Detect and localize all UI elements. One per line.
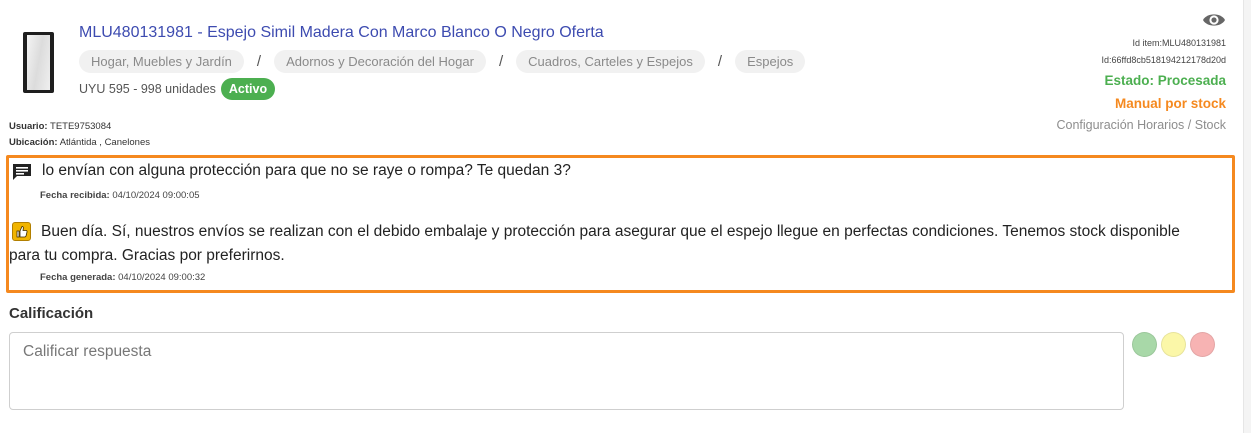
- received-value: 04/10/2024 09:00:05: [112, 190, 200, 201]
- ubicacion-value: Atlántida , Canelones: [59, 137, 150, 148]
- eye-icon[interactable]: [1202, 10, 1226, 30]
- estado-status: Estado: Procesada: [1104, 73, 1226, 88]
- breadcrumb-separator: /: [717, 53, 723, 70]
- rating-red-button[interactable]: [1190, 332, 1215, 357]
- conversation-box: lo envían con alguna protección para que…: [6, 155, 1235, 293]
- breadcrumb-item-espejos[interactable]: Espejos: [735, 50, 806, 73]
- breadcrumb: Hogar, Muebles y Jardín / Adornos y Deco…: [79, 50, 806, 73]
- generated-date: Fecha generada: 04/10/2024 09:00:32: [40, 272, 205, 283]
- status-badge: Activo: [220, 78, 276, 100]
- manual-por-stock[interactable]: Manual por stock: [1056, 92, 1226, 115]
- answer-text: Buen día. Sí, nuestros envíos se realiza…: [9, 223, 1180, 264]
- price-stock: UYU 595 - 998 unidades: [79, 82, 216, 96]
- rating-green-button[interactable]: [1132, 332, 1157, 357]
- item-title-link[interactable]: MLU480131981 - Espejo Simil Madera Con M…: [79, 24, 604, 42]
- generated-value: 04/10/2024 09:00:32: [118, 272, 206, 283]
- generated-label: Fecha generada:: [40, 272, 116, 283]
- scrollbar[interactable]: [1243, 0, 1251, 433]
- user-info: Usuario: TETE9753084: [9, 121, 111, 132]
- breadcrumb-item-cuadros[interactable]: Cuadros, Carteles y Espejos: [516, 50, 705, 73]
- usuario-value: TETE9753084: [50, 121, 112, 132]
- breadcrumb-item-hogar[interactable]: Hogar, Muebles y Jardín: [79, 50, 244, 73]
- rating-label: Calificación: [9, 305, 94, 322]
- received-label: Fecha recibida:: [40, 190, 110, 201]
- item-id: Id item:MLU480131981: [1132, 38, 1226, 48]
- question-text: lo envían con alguna protección para que…: [42, 162, 571, 179]
- breadcrumb-item-adornos[interactable]: Adornos y Decoración del Hogar: [274, 50, 486, 73]
- config-horarios-link[interactable]: Configuración Horarios / Stock: [1056, 115, 1226, 135]
- rating-textarea[interactable]: [9, 332, 1124, 410]
- location-info: Ubicación: Atlántida , Canelones: [9, 137, 150, 148]
- question-card: MLU480131981 - Espejo Simil Madera Con M…: [0, 0, 1251, 433]
- product-thumbnail[interactable]: [23, 32, 54, 93]
- usuario-label: Usuario:: [9, 121, 48, 132]
- received-date: Fecha recibida: 04/10/2024 09:00:05: [40, 190, 200, 201]
- record-id: Id:66ffd8cb518194212178d20d: [1101, 55, 1226, 65]
- message-icon: [12, 163, 32, 181]
- ubicacion-label: Ubicación:: [9, 137, 58, 148]
- status-panel: Id item:MLU480131981 Id:66ffd8cb51819421…: [1056, 10, 1226, 135]
- breadcrumb-separator: /: [498, 53, 504, 70]
- rating-yellow-button[interactable]: [1161, 332, 1186, 357]
- breadcrumb-separator: /: [256, 53, 262, 70]
- price-line: UYU 595 - 998 unidades Activo: [79, 77, 276, 101]
